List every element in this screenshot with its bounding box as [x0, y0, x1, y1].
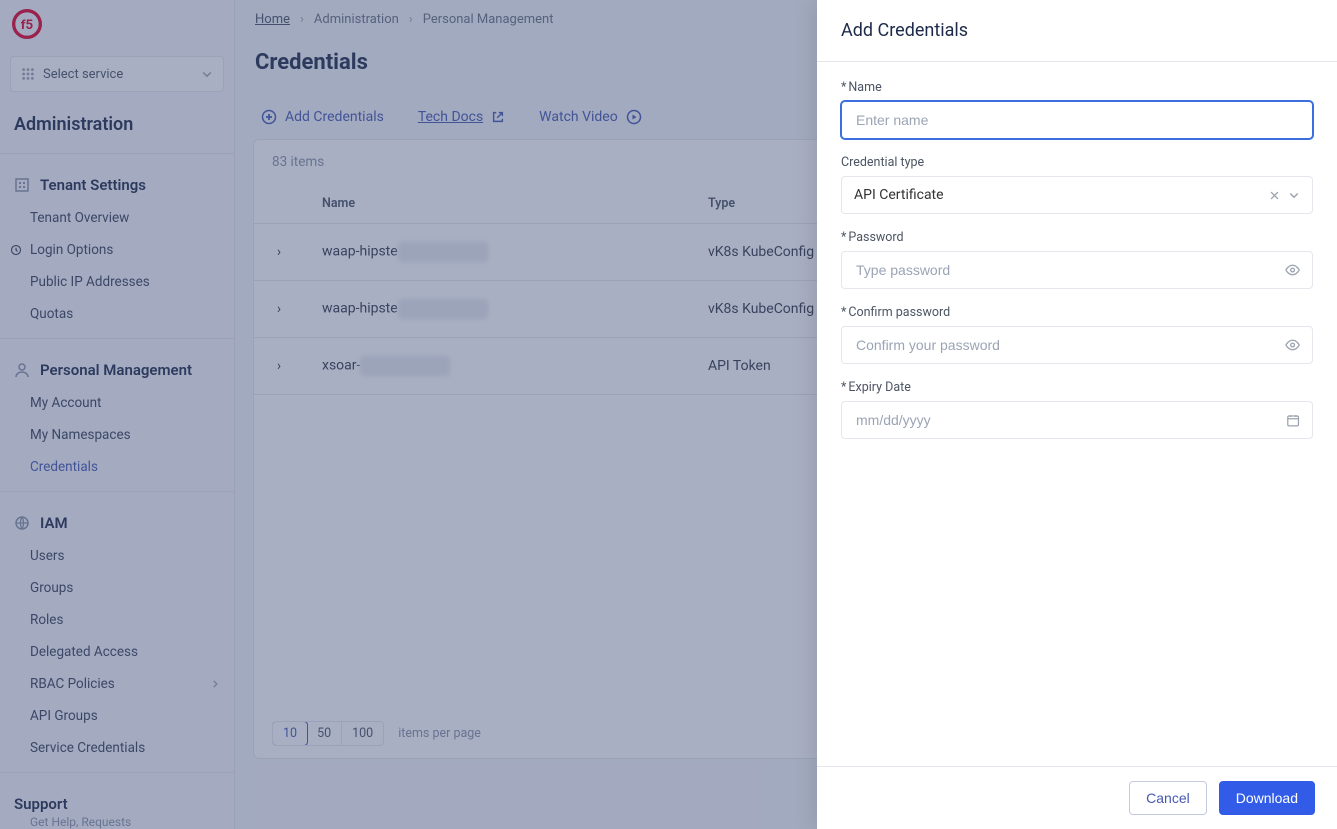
name-input[interactable]: [854, 102, 1300, 138]
confirm-password-input-wrapper[interactable]: [841, 326, 1313, 364]
name-input-wrapper[interactable]: [841, 101, 1313, 139]
cancel-button[interactable]: Cancel: [1129, 781, 1207, 815]
clear-icon[interactable]: [1269, 190, 1280, 201]
download-button[interactable]: Download: [1219, 781, 1315, 815]
confirm-password-input[interactable]: [854, 327, 1277, 363]
password-input-wrapper[interactable]: [841, 251, 1313, 289]
confirm-password-label: *Confirm password: [841, 305, 1313, 320]
chevron-down-icon[interactable]: [1288, 189, 1300, 201]
credential-type-value: API Certificate: [854, 187, 944, 203]
drawer-footer: Cancel Download: [817, 766, 1337, 829]
eye-icon[interactable]: [1285, 337, 1300, 353]
expiry-input-wrapper[interactable]: [841, 401, 1313, 439]
password-input[interactable]: [854, 252, 1277, 288]
password-label: *Password: [841, 230, 1313, 245]
name-label: *Name: [841, 80, 1313, 95]
credential-type-select[interactable]: API Certificate: [841, 176, 1313, 214]
expiry-input[interactable]: [854, 402, 1278, 438]
drawer-title: Add Credentials: [817, 0, 1337, 62]
drawer-body: *Name Credential type API Certificate *P…: [817, 62, 1337, 766]
add-credentials-drawer: Add Credentials *Name Credential type AP…: [817, 0, 1337, 829]
eye-icon[interactable]: [1285, 262, 1300, 278]
expiry-label: *Expiry Date: [841, 380, 1313, 395]
type-label: Credential type: [841, 155, 1313, 170]
calendar-icon[interactable]: [1286, 413, 1300, 428]
